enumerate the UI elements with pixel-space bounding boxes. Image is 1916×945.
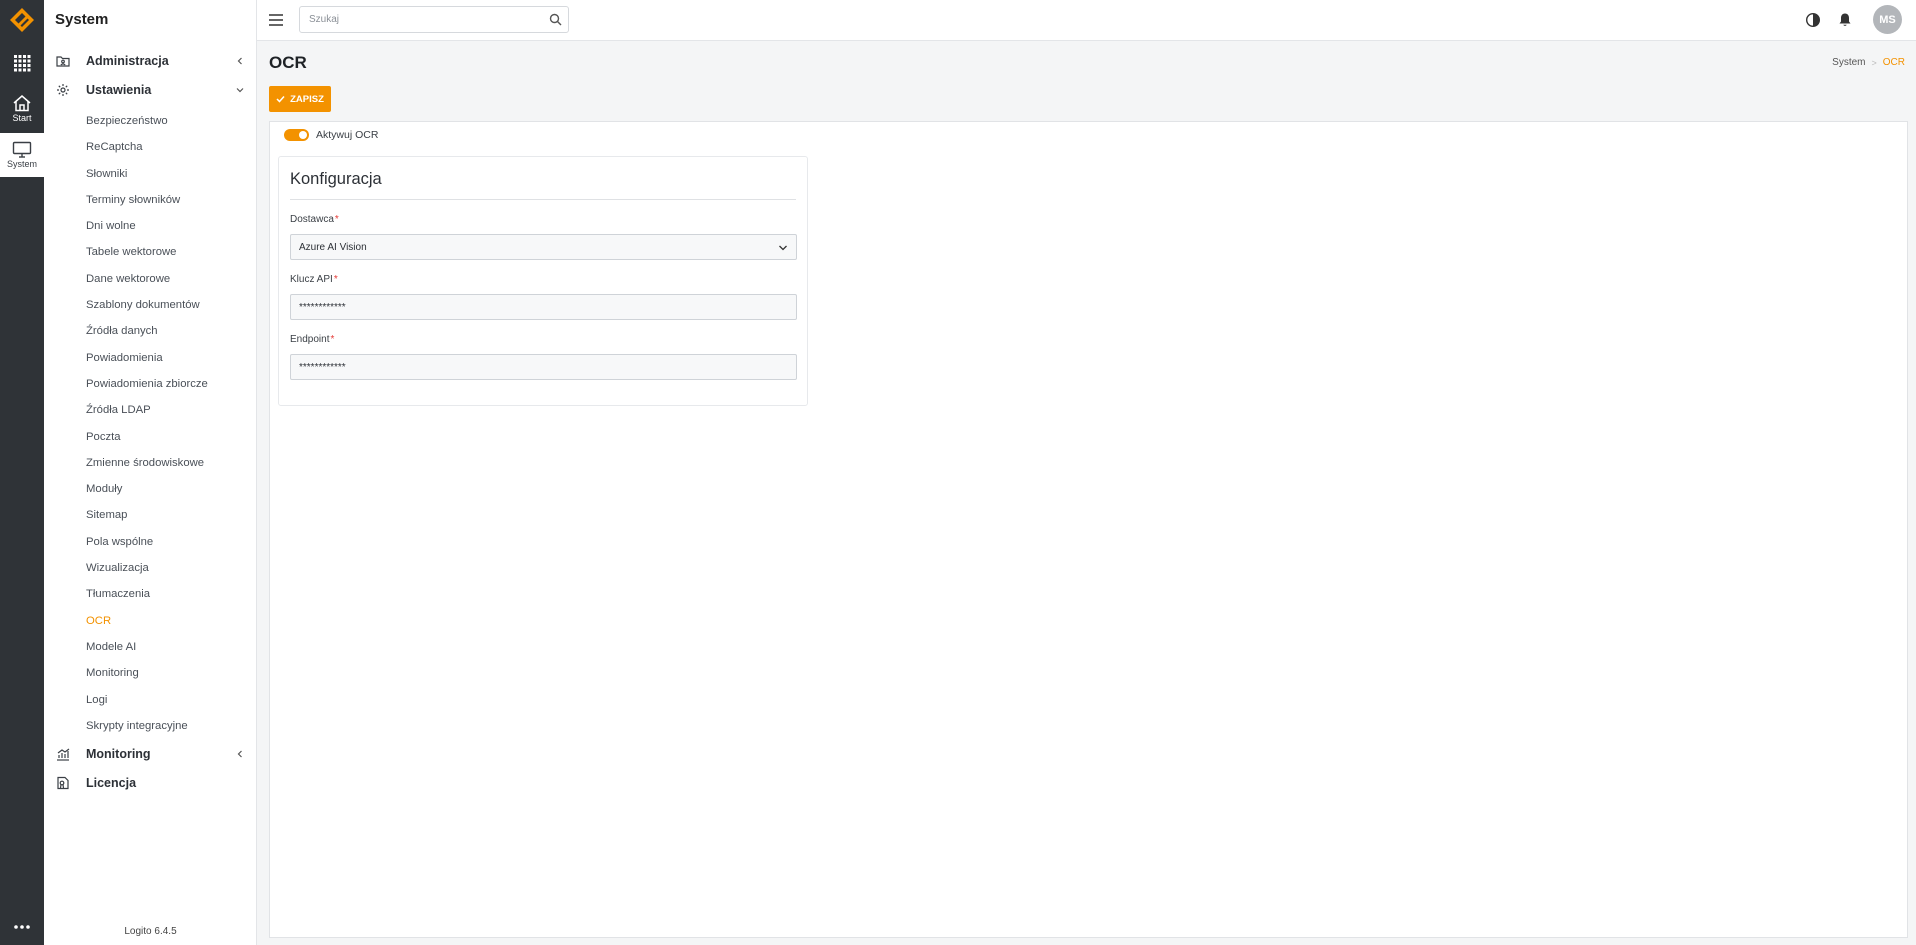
search-icon[interactable] (549, 13, 562, 26)
sidebar-subitem[interactable]: Terminy słowników (44, 187, 257, 213)
sidebar-subitem[interactable]: Moduły (44, 476, 257, 502)
sidebar-subitem[interactable]: Modele AI (44, 634, 257, 660)
sidebar-subitem[interactable]: Dni wolne (44, 213, 257, 239)
license-icon (57, 776, 69, 790)
sidebar-group-administracja[interactable]: Administracja (44, 49, 257, 73)
divider (290, 199, 796, 200)
endpoint-label-text: Endpoint (290, 334, 330, 345)
chevron-left-icon (237, 57, 242, 65)
configuration-title: Konfiguracja (290, 170, 382, 188)
activate-ocr-row: Aktywuj OCR (284, 129, 378, 141)
sidebar-subitem[interactable]: Tłumaczenia (44, 581, 257, 607)
sidebar-subitem[interactable]: Źródła danych (44, 318, 257, 344)
check-icon (276, 95, 285, 103)
breadcrumb: System > OCR (1832, 57, 1905, 68)
contrast-icon[interactable] (1805, 12, 1821, 28)
save-button-label: ZAPISZ (290, 93, 324, 105)
user-avatar[interactable]: MS (1873, 5, 1902, 34)
api-key-field[interactable]: ************ (290, 294, 797, 320)
rail-item-system[interactable]: System (0, 133, 44, 177)
sidebar-group-licencja[interactable]: Licencja (44, 771, 257, 795)
activate-ocr-toggle[interactable] (284, 129, 309, 141)
rail-item-start[interactable]: Start (0, 86, 44, 130)
breadcrumb-item-system[interactable]: System (1832, 57, 1865, 68)
sidebar-subitem[interactable]: Skrypty integracyjne (44, 713, 257, 739)
api-key-label: Klucz API* (290, 274, 338, 285)
sidebar-group-label: Administracja (86, 54, 169, 68)
folder-user-icon (56, 56, 70, 67)
gear-icon (57, 84, 69, 96)
search-box (299, 6, 569, 33)
sidebar-subitem[interactable]: Szablony dokumentów (44, 292, 257, 318)
required-mark: * (330, 334, 335, 345)
sidebar-subitem[interactable]: Powiadomienia zbiorcze (44, 371, 257, 397)
sidebar-subitem[interactable]: OCR (44, 608, 257, 634)
sidebar-subitem[interactable]: Sitemap (44, 502, 257, 528)
sidebar-subitem[interactable]: Pola wspólne (44, 529, 257, 555)
page-title: OCR (269, 53, 307, 72)
apps-grid-icon[interactable] (0, 48, 44, 78)
required-mark: * (334, 214, 339, 225)
top-bar: MS (257, 0, 1916, 41)
provider-label: Dostawca* (290, 214, 339, 225)
sidebar-group-ustawienia[interactable]: Ustawienia (44, 78, 257, 102)
search-input[interactable] (300, 7, 535, 32)
sidebar-subitem[interactable]: Logi (44, 687, 257, 713)
endpoint-field[interactable]: ************ (290, 354, 797, 380)
rail-start-label: Start (12, 112, 32, 123)
sidebar-subitem[interactable]: Powiadomienia (44, 345, 257, 371)
sidebar-subitem[interactable]: Źródła LDAP (44, 397, 257, 423)
app-version: Logito 6.4.5 (124, 926, 177, 937)
sidebar-group-monitoring[interactable]: Monitoring (44, 742, 257, 766)
sidebar-subitem[interactable]: Dane wektorowe (44, 266, 257, 292)
sidebar-subitem[interactable]: ReCaptcha (44, 134, 257, 160)
ocr-settings-panel: Aktywuj OCR Konfiguracja Dostawca* Azure… (269, 121, 1908, 938)
api-key-value: ************ (299, 301, 346, 313)
breadcrumb-separator-icon: > (1871, 57, 1877, 68)
sidebar-title: System (55, 11, 109, 28)
sidebar-subitem[interactable]: Bezpieczeństwo (44, 108, 257, 134)
chevron-down-icon (779, 245, 787, 251)
monitor-icon (12, 141, 32, 158)
home-icon (13, 94, 31, 111)
sidebar-subitem[interactable]: Zmienne środowiskowe (44, 450, 257, 476)
sidebar-subitem[interactable]: Poczta (44, 424, 257, 450)
endpoint-value: ************ (299, 361, 346, 373)
settings-submenu: Bezpieczeństwo ReCaptcha Słowniki Terminy s… (44, 108, 257, 739)
hamburger-menu-icon[interactable] (268, 12, 284, 28)
save-button[interactable]: ZAPISZ (269, 86, 331, 112)
configuration-card: Konfiguracja Dostawca* Azure AI Vision K… (278, 156, 808, 406)
chevron-down-icon (236, 88, 244, 93)
provider-select-value: Azure AI Vision (299, 241, 367, 253)
sidebar-subitem[interactable]: Słowniki (44, 161, 257, 187)
app-rail: Start System (0, 0, 44, 945)
sidebar-subitem[interactable]: Tabele wektorowe (44, 239, 257, 265)
logito-logo (10, 8, 34, 32)
bell-icon[interactable] (1837, 12, 1853, 28)
chart-icon (57, 748, 70, 761)
sidebar-subitem[interactable]: Wizualizacja (44, 555, 257, 581)
provider-select[interactable]: Azure AI Vision (290, 234, 797, 260)
more-icon[interactable] (0, 917, 44, 937)
endpoint-label: Endpoint* (290, 334, 334, 345)
api-key-label-text: Klucz API (290, 274, 333, 285)
provider-label-text: Dostawca (290, 214, 334, 225)
sidebar: System Administracja Ustawienia Bezpiecz… (44, 0, 257, 945)
required-mark: * (333, 274, 338, 285)
sidebar-group-label: Licencja (86, 776, 137, 790)
chevron-left-icon (237, 750, 242, 758)
sidebar-group-label: Monitoring (86, 747, 151, 761)
sidebar-group-label: Ustawienia (86, 83, 152, 97)
sidebar-subitem[interactable]: Monitoring (44, 660, 257, 686)
breadcrumb-item-current: OCR (1882, 57, 1905, 68)
activate-ocr-label: Aktywuj OCR (316, 129, 379, 141)
rail-system-label: System (6, 159, 37, 169)
